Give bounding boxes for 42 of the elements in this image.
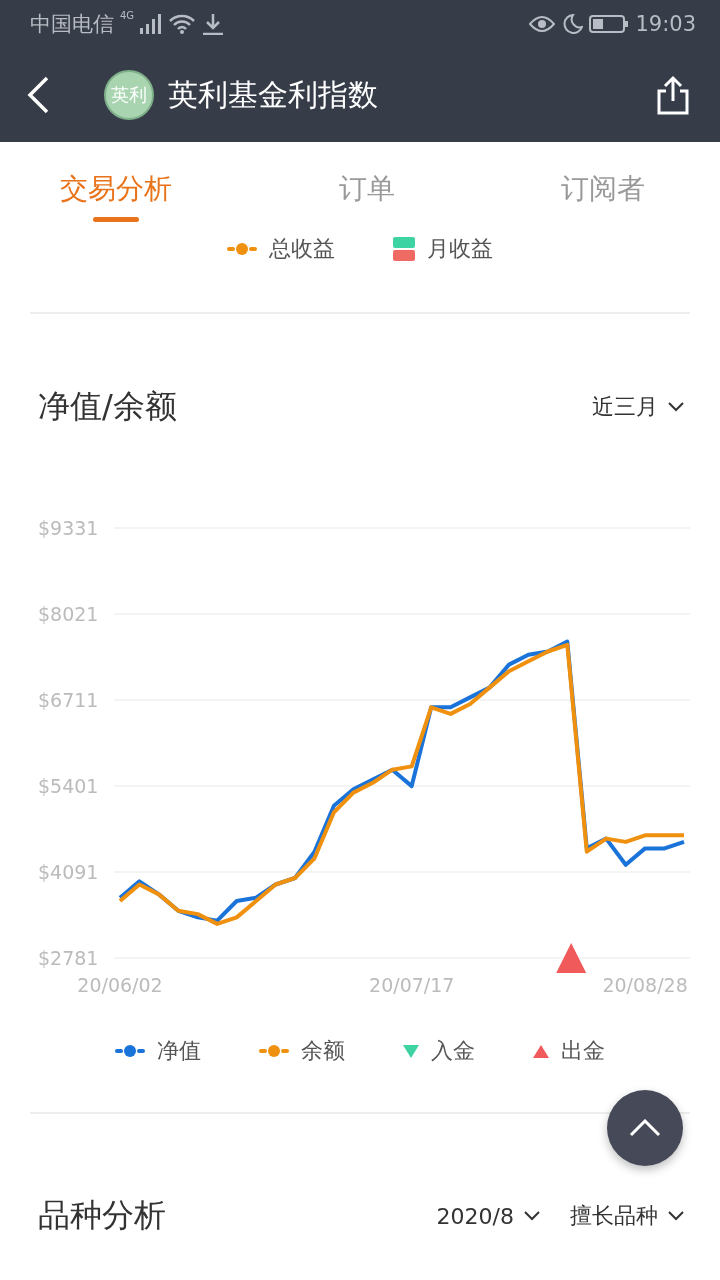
y-axis-label: $4091 — [38, 861, 99, 883]
battery-icon — [589, 14, 630, 34]
signal-icon — [140, 14, 163, 34]
legend-label: 总收益 — [269, 235, 335, 263]
back-icon[interactable] — [26, 76, 50, 114]
x-axis-label: 20/06/02 — [77, 974, 163, 996]
share-icon[interactable] — [656, 75, 690, 115]
range-dropdown[interactable]: 近三月 — [592, 392, 684, 422]
eye-icon — [529, 14, 556, 34]
legend-label: 月收益 — [427, 235, 493, 263]
section-title: 净值/余额 — [38, 386, 178, 427]
variety-dropdown[interactable]: 擅长品种 — [570, 1201, 684, 1231]
download-icon — [202, 13, 225, 35]
page-title: 英利基金利指数 — [168, 75, 379, 114]
chevron-down-icon — [668, 402, 684, 412]
chevron-down-icon — [668, 1211, 684, 1221]
legend-label: 入金 — [431, 1037, 475, 1065]
scroll-top-button[interactable] — [607, 1090, 683, 1166]
legend-label: 出金 — [561, 1037, 605, 1065]
legend-label: 余额 — [301, 1037, 345, 1065]
clock-time: 19:03 — [635, 12, 696, 36]
y-axis-label: $6711 — [38, 689, 99, 711]
y-axis-label: $2781 — [38, 947, 99, 969]
line-dot-icon — [115, 1044, 145, 1058]
tab-indicator — [93, 217, 139, 222]
chevron-down-icon — [524, 1211, 540, 1221]
x-axis-label: 20/07/17 — [369, 974, 455, 996]
legend-label: 净值 — [157, 1037, 201, 1065]
withdrawal-marker — [556, 943, 587, 973]
section-title: 品种分析 — [38, 1195, 167, 1236]
network-type: 4G — [120, 10, 135, 21]
y-axis-label: $5401 — [38, 775, 99, 797]
carrier-name: 中国电信 — [30, 11, 114, 38]
moon-icon — [561, 13, 584, 35]
x-axis-label: 20/08/28 — [602, 974, 688, 996]
avatar: 英利 — [104, 70, 154, 120]
chevron-up-icon — [629, 1119, 661, 1137]
y-axis-label: $8021 — [38, 603, 99, 625]
month-dropdown[interactable]: 2020/8 — [436, 1203, 540, 1229]
wifi-icon — [168, 14, 197, 34]
line-dot-icon — [259, 1044, 289, 1058]
y-axis-label: $9331 — [38, 517, 99, 539]
